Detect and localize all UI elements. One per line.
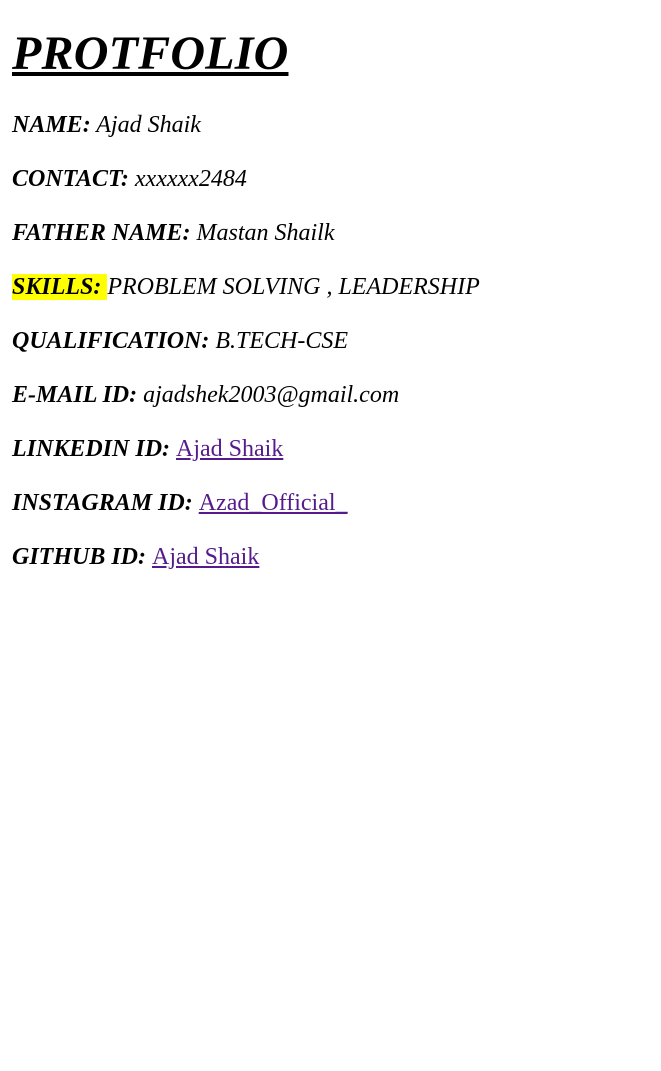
github-label: GITHUB ID:	[12, 544, 147, 570]
father-name-row: FATHER NAME: Mastan Shailk	[12, 219, 649, 247]
github-link[interactable]: Ajad Shaik	[152, 544, 259, 570]
qualification-label: QUALIFICATION:	[12, 328, 210, 354]
email-value: ajadshek2003@gmail.com	[143, 382, 400, 408]
qualification-row: QUALIFICATION: B.TECH-CSE	[12, 327, 649, 355]
linkedin-label: LINKEDIN ID:	[12, 436, 171, 462]
email-label: E-MAIL ID:	[12, 382, 138, 408]
name-value: Ajad Shaik	[96, 112, 201, 138]
father-name-label: FATHER NAME:	[12, 220, 191, 246]
profile-fields: NAME: Ajad Shaik CONTACT: xxxxxx2484 FAT…	[12, 111, 649, 571]
skills-label: SKILLS:	[12, 274, 108, 300]
instagram-label: INSTAGRAM ID:	[12, 490, 193, 516]
instagram-row: INSTAGRAM ID: Azad_Official_	[12, 489, 649, 517]
portfolio-page: PROTFOLIO NAME: Ajad Shaik CONTACT: xxxx…	[0, 0, 661, 571]
github-row: GITHUB ID: Ajad Shaik	[12, 543, 649, 571]
contact-label: CONTACT:	[12, 166, 129, 192]
skills-row: SKILLS: PROBLEM SOLVING , LEADERSHIP	[12, 273, 649, 301]
name-row: NAME: Ajad Shaik	[12, 111, 649, 139]
qualification-value: B.TECH-CSE	[215, 328, 349, 354]
page-title: PROTFOLIO	[12, 27, 289, 80]
father-name-value: Mastan Shailk	[196, 220, 335, 246]
contact-row: CONTACT: xxxxxx2484	[12, 165, 649, 193]
email-row: E-MAIL ID: ajadshek2003@gmail.com	[12, 381, 649, 409]
name-label: NAME:	[12, 112, 91, 138]
contact-value: xxxxxx2484	[134, 166, 247, 192]
linkedin-row: LINKEDIN ID: Ajad Shaik	[12, 435, 649, 463]
linkedin-link[interactable]: Ajad Shaik	[176, 436, 283, 462]
skills-value: PROBLEM SOLVING , LEADERSHIP	[107, 274, 480, 300]
instagram-link[interactable]: Azad_Official_	[199, 490, 348, 516]
